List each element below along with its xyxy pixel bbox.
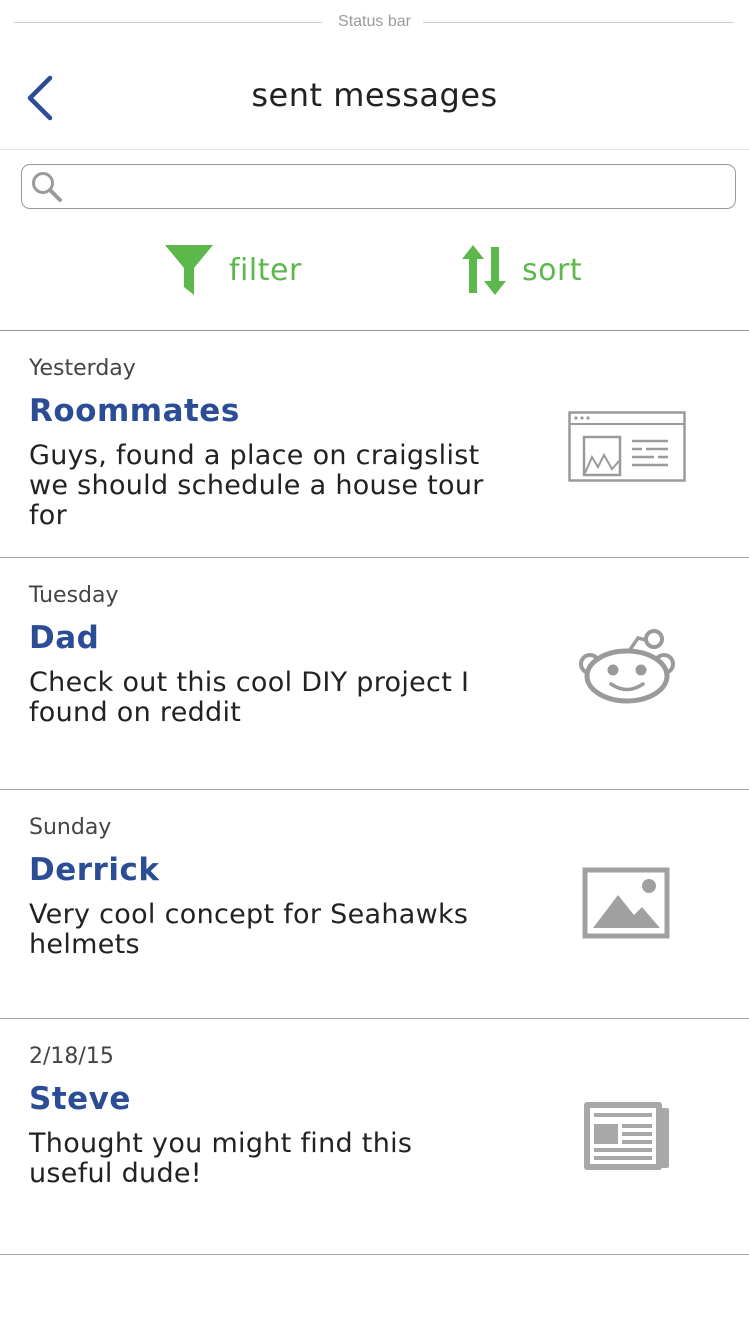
message-item[interactable]: Tuesday Dad Check out this cool DIY proj…: [0, 558, 749, 790]
sort-icon: [462, 245, 506, 295]
message-item[interactable]: Sunday Derrick Very cool concept for Sea…: [0, 790, 749, 1019]
sort-label: sort: [522, 252, 583, 288]
message-date: Yesterday: [29, 356, 136, 381]
page-title: sent messages: [251, 76, 498, 114]
message-recipient: Steve: [29, 1081, 131, 1117]
newspaper-icon: [584, 1102, 669, 1170]
sent-messages-list: Yesterday Roommates Guys, found a place …: [0, 331, 749, 1255]
status-bar: Status bar: [0, 0, 749, 46]
search-input[interactable]: [70, 171, 724, 203]
message-text: Very cool concept for Seahawks helmets: [29, 899, 469, 960]
webpage-icon: [568, 411, 686, 482]
reddit-icon: [579, 629, 675, 704]
message-text: Guys, found a place on craigslist we sho…: [29, 440, 484, 531]
search-bar[interactable]: [21, 164, 736, 209]
message-recipient: Dad: [29, 620, 100, 656]
message-recipient: Roommates: [29, 393, 240, 429]
message-text: Check out this cool DIY project I found …: [29, 667, 470, 728]
message-recipient: Derrick: [29, 852, 160, 888]
sort-button[interactable]: sort: [460, 242, 582, 298]
header: sent messages: [0, 46, 749, 150]
status-bar-label: Status bar: [326, 13, 423, 30]
filter-icon: [165, 245, 213, 295]
message-date: Sunday: [29, 815, 112, 840]
search-icon: [32, 172, 62, 202]
message-date: 2/18/15: [29, 1044, 114, 1069]
message-item[interactable]: Yesterday Roommates Guys, found a place …: [0, 331, 749, 558]
filter-label: filter: [229, 252, 302, 288]
message-item[interactable]: 2/18/15 Steve Thought you might find thi…: [0, 1019, 749, 1255]
image-icon: [582, 867, 670, 939]
filter-sort-toolbar: filter sort: [0, 230, 749, 331]
filter-button[interactable]: filter: [163, 242, 302, 298]
message-text: Thought you might find this useful dude!: [29, 1128, 413, 1189]
message-date: Tuesday: [29, 583, 119, 608]
